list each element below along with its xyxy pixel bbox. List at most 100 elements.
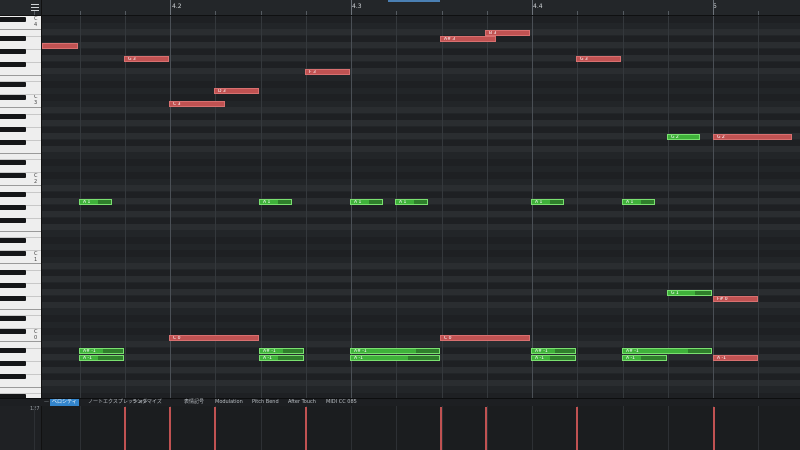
tab-randomize[interactable]: ランダマイズ [130,399,164,406]
black-key[interactable] [0,315,26,321]
midi-note[interactable]: A -1 [713,354,758,361]
midi-note[interactable]: G 3 [576,55,621,62]
black-key[interactable] [0,62,26,67]
black-key[interactable] [0,296,26,301]
note-label: C 0 [173,336,181,341]
piano-keyboard[interactable]: C 4 C 3 C 2 C 1 C 0 [0,16,42,398]
velocity-grid-line [668,406,669,450]
velocity-bar[interactable] [576,407,578,450]
velocity-bar[interactable] [440,407,442,450]
midi-note[interactable]: A -1 [79,354,124,361]
note-label: A 1 [399,199,407,205]
velocity-bar[interactable] [124,407,126,450]
note-label: C 3 [173,102,181,107]
black-key[interactable] [0,361,26,366]
midi-note[interactable]: C 3 [169,101,225,107]
menu-button[interactable] [0,0,42,16]
midi-note[interactable]: A -1 [350,354,440,361]
white-key-divider [0,263,41,264]
midi-note[interactable]: A# 3 [440,36,496,42]
midi-note[interactable]: A# -1 [350,348,440,354]
black-key[interactable] [0,81,26,87]
midi-note[interactable]: D 3 [214,88,259,94]
tab-velocity[interactable]: ベロシティ [50,399,79,406]
midi-note[interactable]: A -1 [622,354,667,361]
black-key[interactable] [0,140,26,145]
black-key[interactable] [0,114,26,119]
midi-note[interactable]: A 1 [531,198,564,205]
note-velocity-shade [278,199,291,204]
beat-line [758,16,759,398]
black-key[interactable] [0,49,26,54]
midi-note[interactable]: A# -1 [79,348,124,354]
midi-note[interactable]: A# -1 [622,348,712,354]
velocity-bar[interactable] [169,407,171,450]
midi-note[interactable]: A -1 [531,354,576,361]
midi-note[interactable]: A 1 [395,198,428,205]
velocity-bar[interactable] [214,407,216,450]
midi-note[interactable]: B 3 [485,29,530,36]
note-label: A 1 [626,199,634,205]
midi-note[interactable]: G 2 [667,133,700,140]
midi-note[interactable]: A# -1 [259,348,304,354]
midi-note[interactable]: G 1 [667,289,712,296]
black-key[interactable] [0,94,26,100]
black-key[interactable] [0,328,26,334]
black-key[interactable] [0,36,26,41]
black-key[interactable] [0,205,26,210]
midi-note[interactable]: A# -1 [531,348,576,354]
note-label: A -1 [354,355,363,361]
midi-note[interactable]: G 3 [124,55,169,62]
black-key[interactable] [0,283,26,288]
beat-tick [125,11,126,15]
black-key[interactable] [0,159,26,165]
midi-note[interactable]: A 1 [622,198,655,205]
tab-midi-cc-085[interactable]: MIDI CC 085 [324,399,359,406]
loop-range-marker[interactable] [388,0,440,2]
midi-note[interactable] [42,42,78,49]
tab-modulation[interactable]: Modulation [213,399,245,406]
black-key[interactable] [0,250,26,256]
black-key[interactable] [0,270,26,275]
black-key[interactable] [0,237,26,243]
midi-note[interactable]: A 1 [79,198,112,205]
tab-articulation[interactable]: 表情記号 [182,399,206,406]
timeline-ruler[interactable]: 4.2 4.3 4.4 5 [34,0,800,16]
black-key-row [42,16,800,23]
tab-after-touch[interactable]: After Touch [286,399,318,406]
velocity-bar[interactable] [485,407,487,450]
beat-tick [34,11,35,15]
velocity-lane[interactable] [34,406,800,450]
velocity-bar[interactable] [713,407,715,450]
black-key[interactable] [0,218,26,223]
bar-tick [351,0,352,15]
black-key[interactable] [0,192,26,197]
midi-note[interactable]: G 2 [713,133,792,140]
velocity-grid-line [80,406,81,450]
tab-pitch-bend[interactable]: Pitch Bend [250,399,281,406]
beat-tick [487,11,488,15]
white-key-divider [0,74,41,76]
note-label: A# -1 [535,349,548,354]
velocity-scale: 127 [0,406,42,450]
note-label: D 3 [218,89,226,94]
midi-note[interactable]: A -1 [259,354,304,361]
note-velocity-shade [98,355,123,360]
midi-note[interactable]: F# 0 [713,296,758,302]
black-key[interactable] [0,16,26,22]
note-grid[interactable]: G 3 C 3 D 3 F 3 A# 3 B 3 G 3 G 2 G 2 A 1 A 1 A 1 A 1… [42,16,800,398]
beat-tick [668,11,669,15]
velocity-bar[interactable] [305,407,307,450]
black-key[interactable] [0,127,26,132]
black-key[interactable] [0,348,26,353]
black-key[interactable] [0,172,26,178]
note-label: A 1 [83,199,91,205]
black-key-row [42,315,800,322]
velocity-grid-line [532,406,533,450]
midi-note[interactable]: C 0 [169,335,259,341]
midi-note[interactable]: A 1 [350,198,383,205]
black-key[interactable] [0,374,26,379]
midi-note[interactable]: F 3 [305,68,350,75]
midi-note[interactable]: C 0 [440,335,530,341]
midi-note[interactable]: A 1 [259,198,292,205]
